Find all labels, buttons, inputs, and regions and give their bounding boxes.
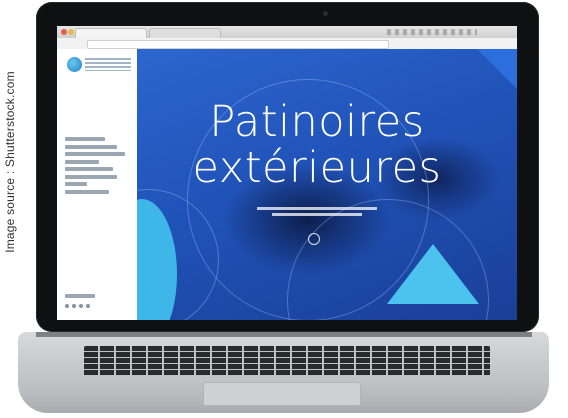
keyboard-rows	[84, 346, 490, 376]
image-credit-text: Image source : Shutterstock.com	[3, 71, 18, 253]
sidebar-nav-item[interactable]	[65, 144, 117, 149]
laptop-trackpad	[203, 382, 361, 406]
sidebar-nav-item[interactable]	[65, 189, 109, 194]
sidebar-nav-item[interactable]	[65, 174, 117, 179]
site-logo-icon[interactable]	[67, 57, 82, 72]
hero-banner: Patinoires extérieures	[137, 49, 517, 320]
decorative-triangle	[387, 244, 479, 304]
browser-tab-strip	[57, 26, 517, 39]
social-links	[65, 304, 90, 308]
scroll-down-icon[interactable]	[308, 233, 320, 245]
sidebar-nav-item[interactable]	[65, 167, 113, 171]
minimize-window-button[interactable]	[68, 29, 74, 35]
laptop-screen: Patinoires extérieures	[57, 26, 517, 320]
sidebar-nav	[65, 137, 131, 197]
laptop-hinge	[36, 332, 532, 337]
decorative-corner	[477, 49, 517, 89]
social-icon[interactable]	[79, 304, 83, 308]
webcam-icon	[323, 11, 328, 16]
hero-title: Patinoires extérieures	[192, 97, 442, 193]
close-window-button[interactable]	[61, 29, 67, 35]
browser-extension-icons[interactable]	[387, 29, 477, 35]
photo-scene: Image source : Shutterstock.com Patinoir…	[0, 0, 568, 418]
sidebar-nav-item[interactable]	[65, 152, 125, 156]
social-icon[interactable]	[86, 304, 90, 308]
image-credit: Image source : Shutterstock.com	[2, 12, 18, 312]
site-logo-wordmark[interactable]	[85, 58, 131, 71]
url-field[interactable]	[87, 40, 389, 49]
social-icon[interactable]	[72, 304, 76, 308]
sidebar-footer-link[interactable]	[65, 294, 95, 298]
site-sidebar	[57, 49, 137, 320]
social-icon[interactable]	[65, 304, 69, 308]
hero-subtitle-blurred	[237, 204, 397, 224]
sidebar-nav-item[interactable]	[65, 137, 105, 141]
sidebar-nav-item[interactable]	[65, 159, 99, 164]
sidebar-nav-item[interactable]	[65, 182, 87, 186]
